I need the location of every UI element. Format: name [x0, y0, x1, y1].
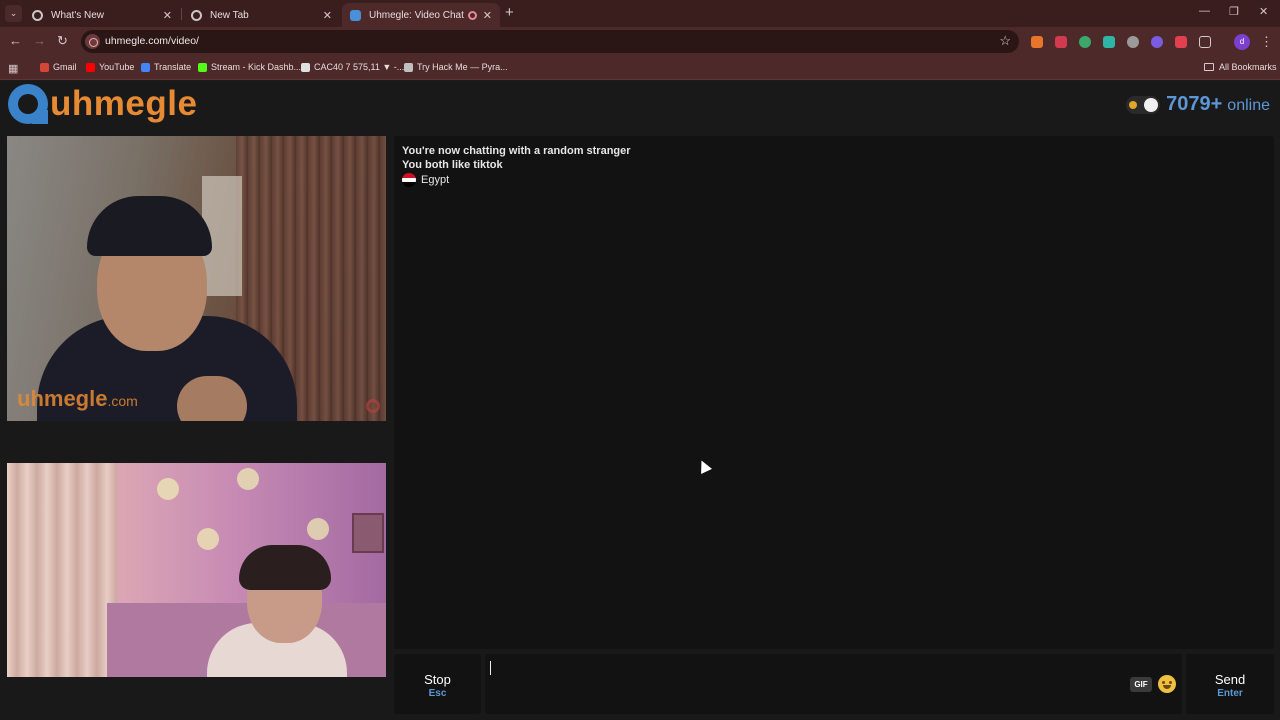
- extension-icon[interactable]: [1079, 36, 1091, 48]
- send-label: Send: [1214, 672, 1246, 687]
- tab-bar: ⌄ What's New ✕ New Tab ✕ Uhmegle: Video …: [0, 0, 1280, 27]
- close-tab-icon[interactable]: ✕: [163, 9, 172, 22]
- logo-text: uhmegle: [50, 84, 198, 123]
- stranger-country: Egypt: [402, 173, 449, 187]
- uhmegle-favicon-icon: [350, 9, 361, 21]
- extension-icon[interactable]: [1103, 36, 1115, 48]
- folder-icon: [1204, 63, 1214, 71]
- bookmark-label: YouTube: [99, 62, 135, 72]
- tradingview-icon: [301, 62, 310, 72]
- site-info-icon[interactable]: [85, 34, 100, 49]
- report-icon[interactable]: [366, 399, 380, 413]
- extension-icon[interactable]: [1055, 36, 1067, 48]
- browser-toolbar: ← → ↻ uhmegle.com/video/ ☆ d ⋮: [0, 27, 1280, 57]
- bookmark-youtube[interactable]: YouTube: [86, 62, 134, 72]
- self-video: [7, 463, 386, 677]
- tab-divider: [181, 8, 182, 20]
- bookmark-label: Try Hack Me — Pyra...: [417, 62, 508, 72]
- bookmark-star-icon[interactable]: ☆: [999, 33, 1011, 49]
- close-tab-icon[interactable]: ✕: [483, 9, 492, 22]
- chat-controls: Stop Esc GIF Send Enter: [394, 654, 1274, 714]
- online-label: online: [1227, 97, 1270, 114]
- send-shortcut: Enter: [1217, 688, 1243, 699]
- tab-new-tab[interactable]: New Tab ✕: [183, 3, 340, 27]
- video-watermark: uhmegle.com: [17, 386, 138, 411]
- tab-search-button[interactable]: ⌄: [5, 5, 22, 22]
- message-input[interactable]: GIF: [485, 654, 1182, 714]
- bookmarks-bar: ▦ Gmail YouTube Translate Stream - Kick …: [0, 57, 1280, 80]
- chrome-icon: [191, 9, 202, 21]
- apps-grid-icon[interactable]: ▦: [8, 62, 18, 75]
- profile-avatar[interactable]: d: [1234, 34, 1250, 50]
- system-message: You're now chatting with a random strang…: [402, 145, 631, 157]
- online-status: 7079+ online: [1126, 93, 1270, 116]
- menu-kebab-icon[interactable]: ⋮: [1260, 34, 1273, 50]
- extensions-puzzle-icon[interactable]: [1199, 36, 1211, 48]
- address-bar[interactable]: uhmegle.com/video/ ☆: [81, 30, 1019, 53]
- theme-toggle[interactable]: [1126, 95, 1161, 114]
- emoji-icon[interactable]: [1158, 675, 1176, 693]
- extension-icon[interactable]: [1151, 36, 1163, 48]
- kick-icon: [198, 62, 207, 72]
- online-count: 7079+: [1166, 93, 1223, 115]
- translate-icon: [141, 62, 150, 72]
- stranger-video: uhmegle.com: [7, 136, 386, 421]
- new-tab-button[interactable]: +: [505, 4, 514, 21]
- tab-whats-new[interactable]: What's New ✕: [24, 3, 180, 27]
- bookmark-gmail[interactable]: Gmail: [40, 62, 77, 72]
- recording-indicator-icon: [467, 10, 477, 20]
- chat-log: You're now chatting with a random strang…: [394, 136, 1274, 649]
- bookmark-label: Translate: [154, 62, 192, 72]
- gif-button[interactable]: GIF: [1130, 677, 1152, 692]
- bookmark-label: Gmail: [53, 62, 77, 72]
- tryhackme-icon: [404, 62, 413, 72]
- minimize-icon[interactable]: —: [1199, 5, 1210, 17]
- stranger-person: [37, 176, 297, 421]
- logo-chat-bubble-icon: [8, 84, 48, 124]
- bookmark-kick[interactable]: Stream - Kick Dashb...: [198, 62, 301, 72]
- stop-shortcut: Esc: [428, 688, 447, 699]
- reload-icon[interactable]: ↻: [57, 33, 68, 49]
- bookmark-cac40[interactable]: CAC40 7 575,11 ▼ -...: [301, 62, 404, 72]
- toggle-knob: [1144, 97, 1159, 112]
- metamask-extension-icon[interactable]: [1031, 36, 1043, 48]
- sun-icon: [1129, 100, 1138, 109]
- tab-title: What's New: [51, 9, 105, 21]
- common-interest-message: You both like tiktok: [402, 159, 503, 171]
- all-bookmarks-button[interactable]: All Bookmarks: [1204, 62, 1277, 72]
- stop-label: Stop: [424, 672, 451, 687]
- bookmark-label: Stream - Kick Dashb...: [211, 62, 302, 72]
- tab-title: Uhmegle: Video Chat | Om: [369, 9, 464, 21]
- bookmark-translate[interactable]: Translate: [141, 62, 191, 72]
- text-caret: [490, 661, 491, 675]
- tab-uhmegle[interactable]: Uhmegle: Video Chat | Om ✕: [342, 3, 500, 27]
- download-extension-icon[interactable]: [1175, 36, 1187, 48]
- youtube-icon: [86, 62, 95, 72]
- site-logo[interactable]: uhmegle: [8, 84, 197, 124]
- back-icon[interactable]: ←: [9, 33, 22, 48]
- close-tab-icon[interactable]: ✕: [323, 9, 332, 22]
- forward-icon[interactable]: →: [33, 33, 46, 48]
- egypt-flag-icon: [402, 173, 416, 187]
- stop-button[interactable]: Stop Esc: [394, 654, 481, 714]
- restore-icon[interactable]: ❐: [1229, 5, 1239, 18]
- country-label: Egypt: [421, 174, 450, 186]
- send-button[interactable]: Send Enter: [1186, 654, 1274, 714]
- bookmark-tryhackme[interactable]: Try Hack Me — Pyra...: [404, 62, 508, 72]
- uhmegle-page: uhmegle 7079+ online uhmegle.com You're …: [0, 81, 1280, 720]
- close-window-icon[interactable]: ✕: [1259, 5, 1268, 18]
- tab-title: New Tab: [210, 9, 249, 21]
- bookmark-label: CAC40 7 575,11 ▼ -...: [314, 62, 405, 72]
- chrome-icon: [32, 9, 43, 21]
- extension-icon[interactable]: [1127, 36, 1139, 48]
- gmail-icon: [40, 62, 49, 72]
- all-bookmarks-label: All Bookmarks: [1219, 62, 1277, 72]
- url-text[interactable]: uhmegle.com/video/: [105, 35, 199, 47]
- mouse-pointer-icon: [696, 458, 712, 474]
